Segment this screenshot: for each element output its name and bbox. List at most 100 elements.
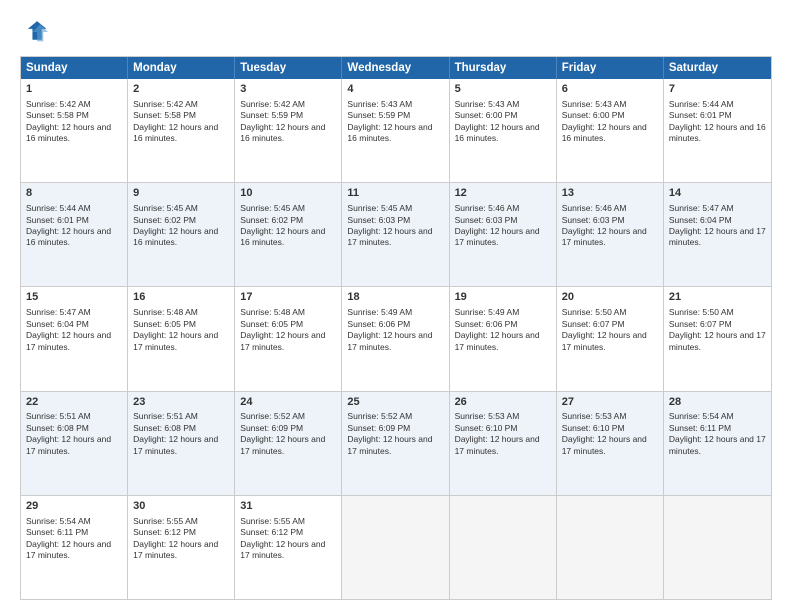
empty-cell [450, 496, 557, 599]
day-number: 21 [669, 290, 766, 305]
daylight-label: Daylight: 12 hours and 17 minutes. [347, 434, 432, 455]
day-cell-14: 14 Sunrise: 5:47 AM Sunset: 6:04 PM Dayl… [664, 183, 771, 286]
sunset-label: Sunset: 6:07 PM [562, 319, 625, 329]
day-cell-18: 18 Sunrise: 5:49 AM Sunset: 6:06 PM Dayl… [342, 287, 449, 390]
day-cell-27: 27 Sunrise: 5:53 AM Sunset: 6:10 PM Dayl… [557, 392, 664, 495]
sunset-label: Sunset: 6:03 PM [562, 215, 625, 225]
sunset-label: Sunset: 5:59 PM [347, 110, 410, 120]
day-cell-26: 26 Sunrise: 5:53 AM Sunset: 6:10 PM Dayl… [450, 392, 557, 495]
sunset-label: Sunset: 6:06 PM [455, 319, 518, 329]
header-day-sunday: Sunday [21, 57, 128, 79]
logo [20, 18, 52, 46]
day-cell-9: 9 Sunrise: 5:45 AM Sunset: 6:02 PM Dayli… [128, 183, 235, 286]
sunset-label: Sunset: 6:08 PM [133, 423, 196, 433]
sunset-label: Sunset: 5:58 PM [133, 110, 196, 120]
sunset-label: Sunset: 5:59 PM [240, 110, 303, 120]
day-number: 23 [133, 395, 229, 410]
calendar-header: SundayMondayTuesdayWednesdayThursdayFrid… [21, 57, 771, 79]
calendar-row-1: 1 Sunrise: 5:42 AM Sunset: 5:58 PM Dayli… [21, 79, 771, 183]
day-number: 14 [669, 186, 766, 201]
daylight-label: Daylight: 12 hours and 16 minutes. [240, 122, 325, 143]
day-number: 22 [26, 395, 122, 410]
sunrise-label: Sunrise: 5:44 AM [26, 203, 91, 213]
sunset-label: Sunset: 6:01 PM [26, 215, 89, 225]
sunset-label: Sunset: 6:01 PM [669, 110, 732, 120]
sunrise-label: Sunrise: 5:50 AM [669, 307, 734, 317]
sunrise-label: Sunrise: 5:45 AM [240, 203, 305, 213]
day-number: 13 [562, 186, 658, 201]
day-number: 2 [133, 82, 229, 97]
logo-icon [20, 18, 48, 46]
daylight-label: Daylight: 12 hours and 16 minutes. [26, 122, 111, 143]
calendar-row-4: 22 Sunrise: 5:51 AM Sunset: 6:08 PM Dayl… [21, 392, 771, 496]
sunset-label: Sunset: 6:10 PM [562, 423, 625, 433]
daylight-label: Daylight: 12 hours and 17 minutes. [26, 539, 111, 560]
sunrise-label: Sunrise: 5:43 AM [347, 99, 412, 109]
day-number: 30 [133, 499, 229, 514]
daylight-label: Daylight: 12 hours and 17 minutes. [133, 539, 218, 560]
day-cell-31: 31 Sunrise: 5:55 AM Sunset: 6:12 PM Dayl… [235, 496, 342, 599]
day-number: 8 [26, 186, 122, 201]
sunset-label: Sunset: 6:12 PM [240, 527, 303, 537]
day-number: 18 [347, 290, 443, 305]
daylight-label: Daylight: 12 hours and 16 minutes. [347, 122, 432, 143]
day-cell-25: 25 Sunrise: 5:52 AM Sunset: 6:09 PM Dayl… [342, 392, 449, 495]
daylight-label: Daylight: 12 hours and 16 minutes. [562, 122, 647, 143]
day-cell-21: 21 Sunrise: 5:50 AM Sunset: 6:07 PM Dayl… [664, 287, 771, 390]
sunrise-label: Sunrise: 5:42 AM [240, 99, 305, 109]
day-number: 16 [133, 290, 229, 305]
sunset-label: Sunset: 6:00 PM [562, 110, 625, 120]
day-number: 20 [562, 290, 658, 305]
daylight-label: Daylight: 12 hours and 17 minutes. [455, 226, 540, 247]
sunrise-label: Sunrise: 5:51 AM [133, 411, 198, 421]
day-number: 19 [455, 290, 551, 305]
day-number: 6 [562, 82, 658, 97]
sunset-label: Sunset: 6:02 PM [133, 215, 196, 225]
daylight-label: Daylight: 12 hours and 17 minutes. [347, 226, 432, 247]
day-cell-10: 10 Sunrise: 5:45 AM Sunset: 6:02 PM Dayl… [235, 183, 342, 286]
sunset-label: Sunset: 6:03 PM [455, 215, 518, 225]
day-number: 3 [240, 82, 336, 97]
daylight-label: Daylight: 12 hours and 16 minutes. [26, 226, 111, 247]
daylight-label: Daylight: 12 hours and 16 minutes. [133, 122, 218, 143]
day-number: 24 [240, 395, 336, 410]
calendar-body: 1 Sunrise: 5:42 AM Sunset: 5:58 PM Dayli… [21, 79, 771, 599]
daylight-label: Daylight: 12 hours and 17 minutes. [240, 330, 325, 351]
sunrise-label: Sunrise: 5:53 AM [562, 411, 627, 421]
header-day-tuesday: Tuesday [235, 57, 342, 79]
sunrise-label: Sunrise: 5:55 AM [133, 516, 198, 526]
day-cell-12: 12 Sunrise: 5:46 AM Sunset: 6:03 PM Dayl… [450, 183, 557, 286]
day-number: 11 [347, 186, 443, 201]
sunset-label: Sunset: 6:11 PM [669, 423, 731, 433]
day-cell-4: 4 Sunrise: 5:43 AM Sunset: 5:59 PM Dayli… [342, 79, 449, 182]
sunset-label: Sunset: 6:02 PM [240, 215, 303, 225]
sunset-label: Sunset: 6:10 PM [455, 423, 518, 433]
sunrise-label: Sunrise: 5:42 AM [133, 99, 198, 109]
sunrise-label: Sunrise: 5:54 AM [26, 516, 91, 526]
sunset-label: Sunset: 6:06 PM [347, 319, 410, 329]
sunrise-label: Sunrise: 5:46 AM [455, 203, 520, 213]
day-number: 12 [455, 186, 551, 201]
sunset-label: Sunset: 6:09 PM [347, 423, 410, 433]
day-cell-22: 22 Sunrise: 5:51 AM Sunset: 6:08 PM Dayl… [21, 392, 128, 495]
day-number: 27 [562, 395, 658, 410]
sunset-label: Sunset: 6:05 PM [133, 319, 196, 329]
daylight-label: Daylight: 12 hours and 17 minutes. [562, 330, 647, 351]
daylight-label: Daylight: 12 hours and 17 minutes. [562, 226, 647, 247]
sunset-label: Sunset: 6:09 PM [240, 423, 303, 433]
day-number: 26 [455, 395, 551, 410]
day-cell-8: 8 Sunrise: 5:44 AM Sunset: 6:01 PM Dayli… [21, 183, 128, 286]
sunset-label: Sunset: 6:12 PM [133, 527, 196, 537]
daylight-label: Daylight: 12 hours and 16 minutes. [669, 122, 766, 143]
sunrise-label: Sunrise: 5:49 AM [347, 307, 412, 317]
header-day-friday: Friday [557, 57, 664, 79]
daylight-label: Daylight: 12 hours and 17 minutes. [455, 434, 540, 455]
day-number: 15 [26, 290, 122, 305]
day-number: 10 [240, 186, 336, 201]
daylight-label: Daylight: 12 hours and 17 minutes. [240, 434, 325, 455]
sunset-label: Sunset: 6:05 PM [240, 319, 303, 329]
daylight-label: Daylight: 12 hours and 17 minutes. [240, 539, 325, 560]
daylight-label: Daylight: 12 hours and 16 minutes. [133, 226, 218, 247]
daylight-label: Daylight: 12 hours and 17 minutes. [347, 330, 432, 351]
day-cell-2: 2 Sunrise: 5:42 AM Sunset: 5:58 PM Dayli… [128, 79, 235, 182]
